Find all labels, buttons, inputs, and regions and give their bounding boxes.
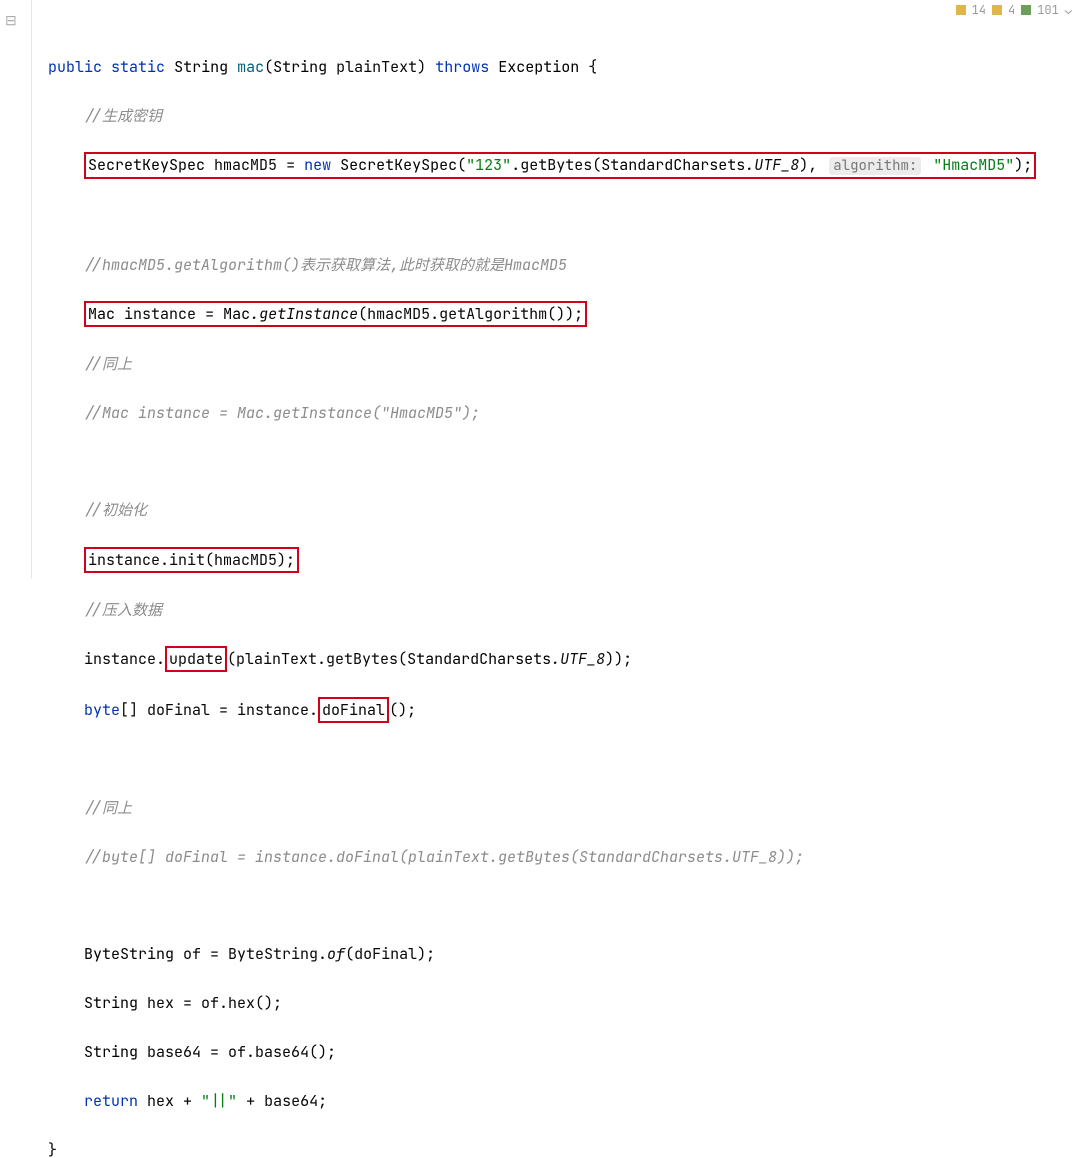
warning-icon: [956, 5, 966, 15]
line-secretkeyspec: SecretKeySpec hmacMD5 = new SecretKeySpe…: [48, 152, 1080, 179]
weak-warning-count: 4: [1008, 2, 1015, 18]
chevron-down-icon[interactable]: ⌄: [1065, 2, 1072, 18]
blank-line: [48, 894, 1080, 918]
weak-warning-icon: [992, 5, 1002, 15]
line-hex: String hex = of.hex();: [48, 991, 1080, 1015]
gutter: ⊟: [0, 0, 32, 579]
closing-brace: }: [48, 1138, 1080, 1158]
comment-update: //压入数据: [48, 598, 1080, 622]
inspection-widget[interactable]: 14 4 101 ⌄: [956, 2, 1072, 18]
comment-dofinalalt: //byte[] doFinal = instance.doFinal(plai…: [48, 845, 1080, 869]
line-return: return hex + "||" + base64;: [48, 1089, 1080, 1113]
comment-macalt: //Mac instance = Mac.getInstance("HmacMD…: [48, 401, 1080, 425]
blank-line: [48, 450, 1080, 474]
comment-init: //初始化: [48, 498, 1080, 522]
code-area: public static String mac(String plainTex…: [48, 30, 1080, 1158]
warning-count: 14: [972, 2, 986, 18]
typo-icon: [1021, 5, 1031, 15]
fold-icon[interactable]: ⊟: [5, 12, 17, 30]
line-base64: String base64 = of.base64();: [48, 1040, 1080, 1064]
comment-keygen: //生成密钥: [48, 104, 1080, 128]
comment-getalg: //hmacMD5.getAlgorithm()表示获取算法,此时获取的就是Hm…: [48, 253, 1080, 277]
line-init: instance.init(hmacMD5);: [48, 547, 1080, 573]
line-update: instance.update(plainText.getBytes(Stand…: [48, 646, 1080, 672]
method-signature: public static String mac(String plainTex…: [48, 55, 1080, 79]
line-getinstance: Mac instance = Mac.getInstance(hmacMD5.g…: [48, 301, 1080, 327]
typo-count: 101: [1037, 2, 1059, 18]
blank-line: [48, 747, 1080, 771]
param-hint: algorithm:: [829, 157, 921, 175]
line-bytestring: ByteString of = ByteString.of(doFinal);: [48, 942, 1080, 966]
line-dofinal: byte[] doFinal = instance.doFinal();: [48, 697, 1080, 723]
comment-same1: //同上: [48, 352, 1080, 376]
comment-same2: //同上: [48, 796, 1080, 820]
code-editor[interactable]: public static String mac(String plainTex…: [0, 0, 1080, 1158]
blank-line: [48, 204, 1080, 228]
